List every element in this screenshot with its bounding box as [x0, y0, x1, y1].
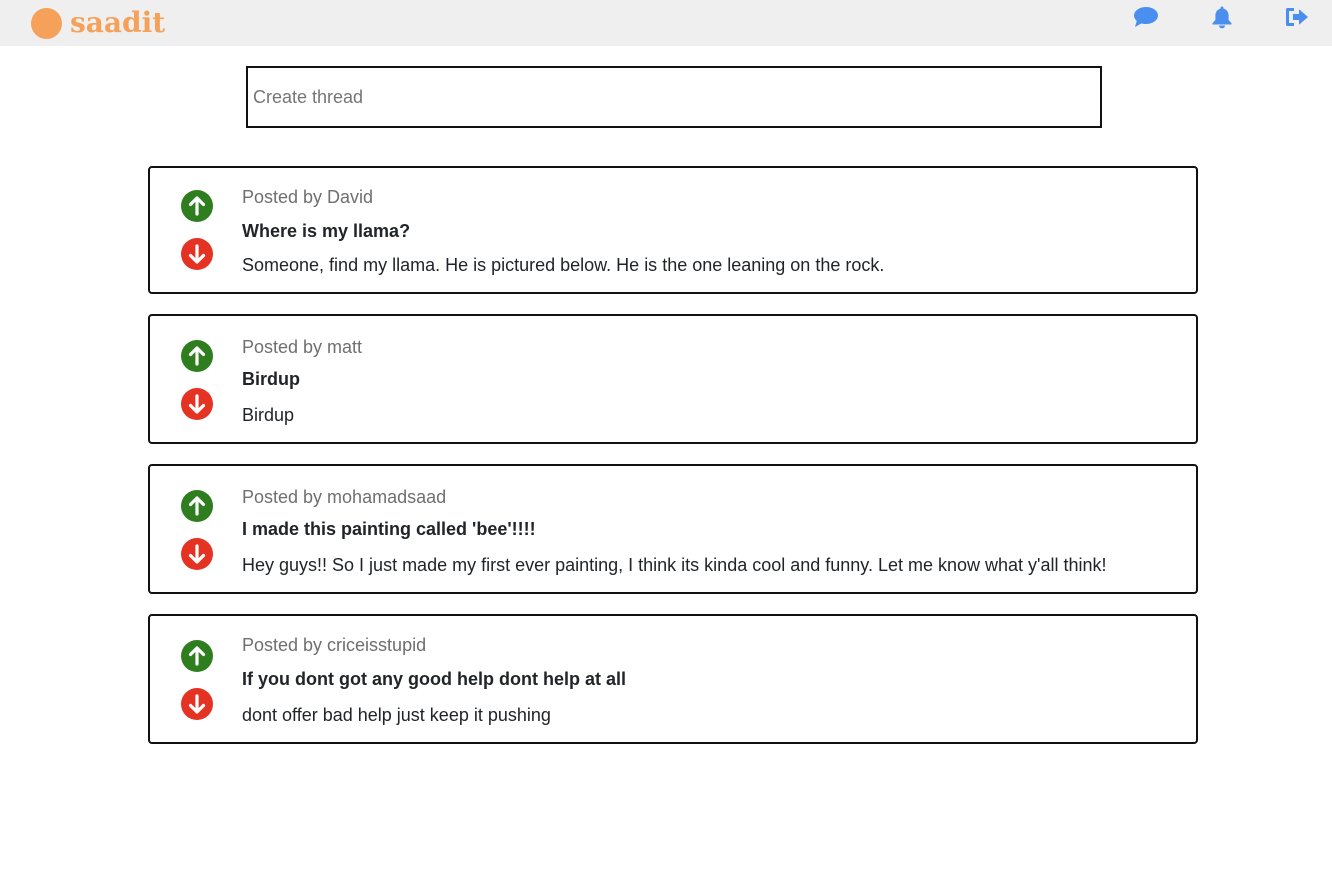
create-thread-input[interactable]: [246, 66, 1102, 128]
chat-icon[interactable]: [1132, 4, 1160, 30]
downvote-icon[interactable]: [180, 237, 214, 271]
post-body: Someone, find my llama. He is pictured b…: [242, 255, 885, 275]
post-author: Posted by matt: [242, 337, 363, 357]
upvote-icon[interactable]: [180, 489, 214, 523]
post-card: Posted by David Where is my llama? Someo…: [148, 166, 1198, 294]
post-title[interactable]: Birdup: [242, 369, 300, 390]
post-body: Birdup: [242, 405, 295, 425]
post-author: Posted by mohamadsaad: [242, 487, 447, 507]
upvote-icon[interactable]: [180, 339, 214, 373]
post-card: Posted by matt Birdup Birdup: [148, 314, 1198, 444]
logout-icon[interactable]: [1283, 4, 1311, 30]
post-card: Posted by mohamadsaad I made this painti…: [148, 464, 1198, 594]
post-title[interactable]: If you dont got any good help dont help …: [242, 669, 626, 690]
post-author: Posted by David: [242, 187, 374, 207]
bell-icon[interactable]: [1208, 4, 1236, 30]
downvote-icon[interactable]: [180, 687, 214, 721]
post-body: Hey guys!! So I just made my first ever …: [242, 555, 1107, 575]
post-body: dont offer bad help just keep it pushing: [242, 705, 551, 725]
downvote-icon[interactable]: [180, 387, 214, 421]
top-navbar: saadit: [0, 0, 1332, 46]
brand-logo-circle: [31, 7, 62, 39]
downvote-icon[interactable]: [180, 537, 214, 571]
post-author: Posted by criceisstupid: [242, 635, 427, 655]
post-card: Posted by criceisstupid If you dont got …: [148, 614, 1198, 744]
post-title[interactable]: I made this painting called 'bee'!!!!: [242, 519, 536, 540]
brand-logo[interactable]: saadit: [31, 6, 165, 40]
upvote-icon[interactable]: [180, 639, 214, 673]
upvote-icon[interactable]: [180, 189, 214, 223]
brand-name[interactable]: saadit: [70, 6, 165, 40]
post-title[interactable]: Where is my llama?: [242, 221, 410, 242]
